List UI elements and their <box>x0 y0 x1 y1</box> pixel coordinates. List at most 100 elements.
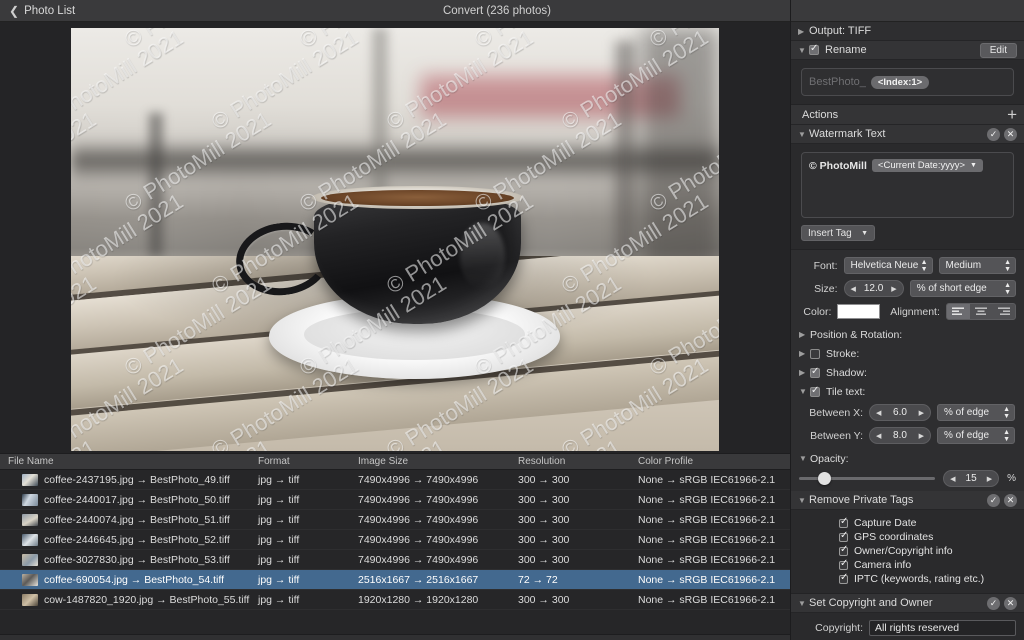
align-left-button[interactable] <box>947 304 970 319</box>
private-tag-checkbox[interactable] <box>839 547 848 556</box>
stroke-row[interactable]: Stroke: <box>799 345 1016 362</box>
size-stepper[interactable]: ◀ 12.0 ▶ <box>844 280 904 297</box>
font-weight-select[interactable]: Medium ▲▼ <box>939 257 1016 274</box>
opacity-row[interactable]: Opacity: <box>799 450 1016 467</box>
opacity-slider[interactable] <box>799 477 935 480</box>
cell-color-profile: None → sRGB IEC61966-2.1 <box>630 494 790 506</box>
cell-resolution: 300 → 300 <box>510 534 630 546</box>
disclosure-triangle-icon[interactable] <box>798 599 809 608</box>
section-set-copyright[interactable]: Set Copyright and Owner ✓ ✕ <box>791 594 1024 613</box>
align-right-button[interactable] <box>992 304 1015 319</box>
section-rename[interactable]: Rename Edit <box>791 41 1024 60</box>
disclosure-triangle-icon[interactable] <box>799 330 810 339</box>
insert-tag-label: Insert Tag <box>808 228 852 239</box>
image-preview-area[interactable]: © PhotoMill 2021© PhotoMill 2021© PhotoM… <box>0 22 790 453</box>
opacity-stepper[interactable]: ◀ 15 ▶ <box>943 470 999 487</box>
check-circle-icon[interactable]: ✓ <box>987 128 1000 141</box>
table-row[interactable]: cow-1487820_1920.jpg → BestPhoto_55.tiff… <box>0 590 790 610</box>
close-circle-icon[interactable]: ✕ <box>1004 494 1017 507</box>
private-tags-list: Capture DateGPS coordinatesOwner/Copyrig… <box>839 516 1014 586</box>
watermark-date-token[interactable]: <Current Date:yyyy> ▼ <box>872 159 983 172</box>
rename-index-token[interactable]: <Index:1> <box>871 76 929 89</box>
section-copyright-title: Set Copyright and Owner <box>809 597 987 609</box>
close-circle-icon[interactable]: ✕ <box>1004 128 1017 141</box>
rename-edit-button[interactable]: Edit <box>980 43 1017 58</box>
shadow-checkbox[interactable] <box>810 368 820 378</box>
cell-color-profile: None → sRGB IEC61966-2.1 <box>630 514 790 526</box>
shadow-label: Shadow: <box>826 367 867 379</box>
table-row[interactable]: coffee-2446645.jpg → BestPhoto_52.tiffjp… <box>0 530 790 550</box>
add-action-button[interactable]: + <box>1007 108 1017 122</box>
tile-text-row[interactable]: Tile text: <box>799 383 1016 400</box>
between-y-stepper[interactable]: ◀ 8.0 ▶ <box>869 427 931 444</box>
table-row[interactable]: coffee-2440074.jpg → BestPhoto_51.tiffjp… <box>0 510 790 530</box>
stepper-increment-icon[interactable]: ▶ <box>919 409 924 417</box>
disclosure-triangle-icon[interactable] <box>799 387 810 396</box>
private-tag-item[interactable]: Camera info <box>839 558 1014 572</box>
table-row[interactable]: coffee-2440017.jpg → BestPhoto_50.tiffjp… <box>0 490 790 510</box>
disclosure-triangle-icon[interactable] <box>798 130 809 139</box>
watermark-text-editor[interactable]: © PhotoMill <Current Date:yyyy> ▼ <box>801 152 1014 218</box>
private-tags-header-icons: ✓ ✕ <box>987 494 1017 507</box>
column-header-file-name[interactable]: File Name <box>0 456 250 467</box>
section-watermark-text[interactable]: Watermark Text ✓ ✕ <box>791 125 1024 144</box>
between-x-unit-select[interactable]: % of edge ▲▼ <box>937 404 1015 421</box>
private-tag-item[interactable]: Capture Date <box>839 516 1014 530</box>
cell-resolution: 72 → 72 <box>510 574 630 586</box>
check-circle-icon[interactable]: ✓ <box>987 597 1000 610</box>
tile-text-checkbox[interactable] <box>810 387 820 397</box>
check-circle-icon[interactable]: ✓ <box>987 494 1000 507</box>
table-row[interactable]: coffee-2437195.jpg → BestPhoto_49.tiffjp… <box>0 470 790 490</box>
private-tag-checkbox[interactable] <box>839 561 848 570</box>
align-left-icon <box>952 307 964 316</box>
stepper-increment-icon[interactable]: ▶ <box>919 432 924 440</box>
private-tag-label: IPTC (keywords, rating etc.) <box>854 573 984 585</box>
disclosure-triangle-icon[interactable] <box>799 454 810 463</box>
cell-color-profile: None → sRGB IEC61966-2.1 <box>630 574 790 586</box>
column-header-format[interactable]: Format <box>250 456 350 467</box>
private-tag-item[interactable]: Owner/Copyright info <box>839 544 1014 558</box>
section-watermark-title: Watermark Text <box>809 128 987 140</box>
cell-color-profile: None → sRGB IEC61966-2.1 <box>630 554 790 566</box>
stepper-increment-icon[interactable]: ▶ <box>987 475 992 483</box>
column-header-image-size[interactable]: Image Size <box>350 456 510 467</box>
font-family-select[interactable]: Helvetica Neue ▲▼ <box>844 257 933 274</box>
between-y-unit-select[interactable]: % of edge ▲▼ <box>937 427 1015 444</box>
column-header-resolution[interactable]: Resolution <box>510 456 630 467</box>
photomill-window: ❮ Photo List Convert (236 photos) <box>0 0 1024 640</box>
insert-tag-dropdown[interactable]: Insert Tag ▼ <box>801 225 875 241</box>
column-header-color-profile[interactable]: Color Profile <box>630 456 790 467</box>
disclosure-triangle-icon[interactable] <box>798 496 809 505</box>
watermark-color-swatch[interactable] <box>837 304 880 319</box>
rename-pattern-field[interactable]: BestPhoto_ <Index:1> <box>801 68 1014 96</box>
disclosure-triangle-icon[interactable] <box>799 368 810 377</box>
rename-checkbox[interactable] <box>809 45 819 55</box>
private-tag-checkbox[interactable] <box>839 533 848 542</box>
shadow-row[interactable]: Shadow: <box>799 364 1016 381</box>
disclosure-triangle-icon[interactable] <box>799 349 810 358</box>
private-tag-checkbox[interactable] <box>839 575 848 584</box>
stroke-checkbox[interactable] <box>810 349 820 359</box>
close-circle-icon[interactable]: ✕ <box>1004 597 1017 610</box>
section-output[interactable]: Output: TIFF <box>791 22 1024 41</box>
position-rotation-row[interactable]: Position & Rotation: <box>799 326 1016 343</box>
private-tag-checkbox[interactable] <box>839 519 848 528</box>
back-to-photo-list-button[interactable]: ❮ Photo List <box>0 5 300 17</box>
private-tag-item[interactable]: IPTC (keywords, rating etc.) <box>839 572 1014 586</box>
between-x-stepper[interactable]: ◀ 6.0 ▶ <box>869 404 931 421</box>
private-tag-item[interactable]: GPS coordinates <box>839 530 1014 544</box>
section-private-tags-title: Remove Private Tags <box>809 494 987 506</box>
disclosure-triangle-icon[interactable] <box>798 27 809 36</box>
table-row[interactable]: coffee-690054.jpg → BestPhoto_54.tiffjpg… <box>0 570 790 590</box>
opacity-slider-knob[interactable] <box>818 472 831 485</box>
copyright-panel: Copyright: All rights reserved Owner: Ov… <box>791 613 1024 640</box>
table-row[interactable]: coffee-3027830.jpg → BestPhoto_53.tiffjp… <box>0 550 790 570</box>
between-x-label: Between X: <box>799 407 863 419</box>
disclosure-triangle-icon[interactable] <box>798 46 809 55</box>
copyright-input[interactable]: All rights reserved <box>869 620 1016 636</box>
stepper-increment-icon[interactable]: ▶ <box>891 285 896 293</box>
align-center-button[interactable] <box>970 304 993 319</box>
section-remove-private-tags[interactable]: Remove Private Tags ✓ ✕ <box>791 491 1024 510</box>
section-actions-title: Actions <box>798 109 1007 121</box>
size-unit-select[interactable]: % of short edge ▲▼ <box>910 280 1016 297</box>
